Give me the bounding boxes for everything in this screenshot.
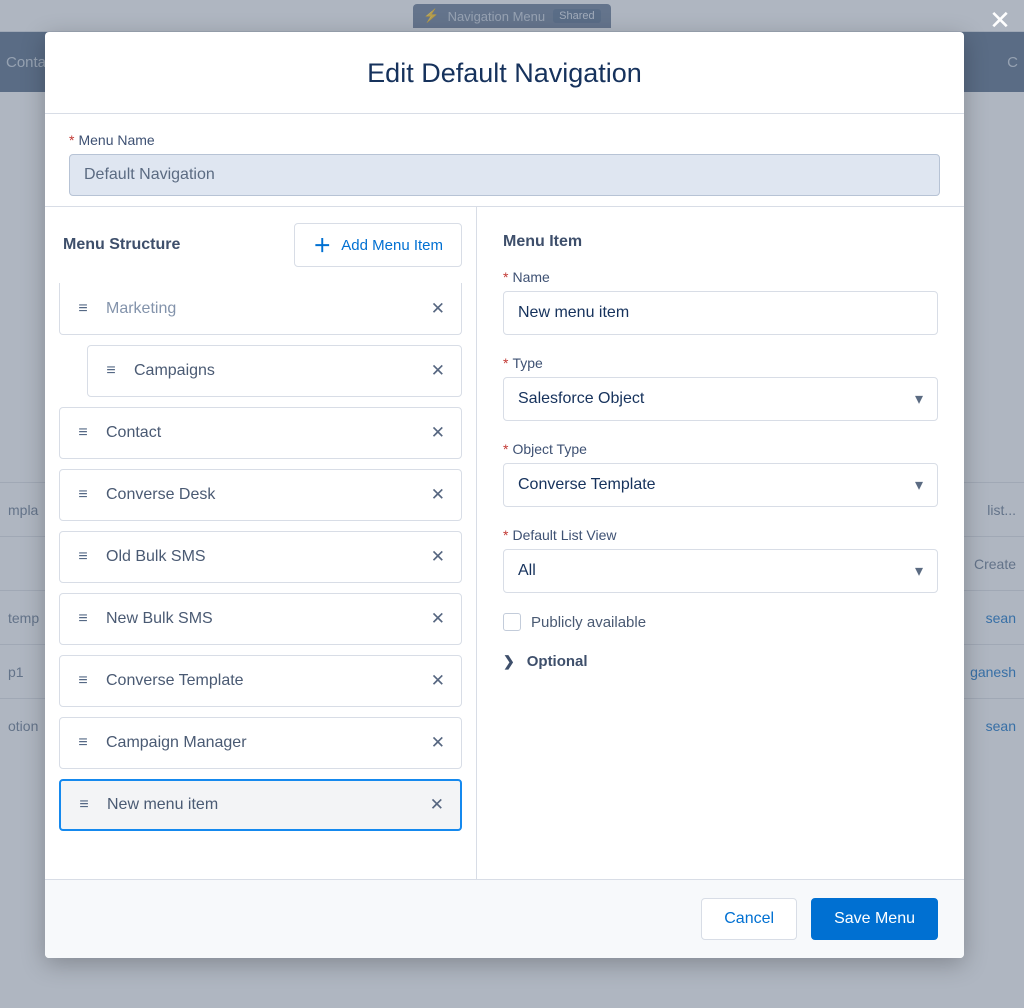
plus-icon: ＋ [313,232,331,258]
remove-item-icon[interactable]: ✕ [427,481,449,509]
modal-footer: Cancel Save Menu [45,879,964,958]
drag-handle-icon[interactable]: ≡ [72,734,92,752]
remove-item-icon[interactable]: ✕ [426,791,448,819]
modal-title: Edit Default Navigation [45,32,964,114]
remove-item-icon[interactable]: ✕ [427,667,449,695]
menu-tree-item[interactable]: ≡ New Bulk SMS✕ [59,593,462,645]
menu-tree-item-label: Contact [106,424,427,442]
menu-tree[interactable]: ≡Marketing✕≡Campaigns✕≡Contact✕≡Converse… [45,283,476,879]
menu-tree-item-label: Old Bulk SMS [106,548,427,566]
drag-handle-icon[interactable]: ≡ [73,796,93,814]
menu-tree-item-label: Campaigns [134,362,427,380]
menu-tree-item[interactable]: ≡ Campaigns✕ [87,345,462,397]
add-menu-item-button[interactable]: ＋ Add Menu Item [294,223,462,267]
menu-tree-item[interactable]: ≡ Converse Template✕ [59,655,462,707]
menu-tree-item[interactable]: ≡ Contact✕ [59,407,462,459]
name-label: Name [503,269,938,285]
menu-name-label: Menu Name [69,132,940,148]
drag-handle-icon[interactable]: ≡ [72,610,92,628]
type-value: Salesforce Object [518,390,644,408]
menu-tree-item[interactable]: ≡ Old Bulk SMS✕ [59,531,462,583]
edit-navigation-modal: ✕ Edit Default Navigation Menu Name Menu… [45,32,964,958]
menu-tree-item-label: New Bulk SMS [106,610,427,628]
drag-handle-icon[interactable]: ≡ [72,548,92,566]
add-menu-item-label: Add Menu Item [341,237,443,254]
type-select[interactable]: Salesforce Object ▾ [503,377,938,421]
chevron-down-icon: ▾ [915,561,923,581]
drag-handle-icon[interactable]: ≡ [72,486,92,504]
drag-handle-icon[interactable]: ≡ [100,362,120,380]
remove-item-icon[interactable]: ✕ [427,357,449,385]
chevron-down-icon: ▾ [915,475,923,495]
listview-value: All [518,562,536,580]
menu-tree-item-label: Converse Template [106,672,427,690]
remove-item-icon[interactable]: ✕ [427,729,449,757]
chevron-right-icon: ❯ [503,653,515,670]
public-checkbox[interactable] [503,613,521,631]
menu-tree-item[interactable]: ≡ New menu item✕ [59,779,462,831]
object-type-select[interactable]: Converse Template ▾ [503,463,938,507]
drag-handle-icon[interactable]: ≡ [72,672,92,690]
object-type-label: Object Type [503,441,938,457]
close-icon[interactable]: ✕ [986,6,1014,34]
menu-tree-item-label: Marketing [106,300,427,318]
remove-item-icon[interactable]: ✕ [427,419,449,447]
optional-toggle[interactable]: ❯ Optional [503,649,938,674]
name-input[interactable] [503,291,938,335]
remove-item-icon[interactable]: ✕ [427,543,449,571]
menu-item-title: Menu Item [503,233,938,251]
menu-tree-item-label: Converse Desk [106,486,427,504]
menu-structure-title: Menu Structure [63,236,180,254]
save-button[interactable]: Save Menu [811,898,938,940]
menu-tree-item[interactable]: ≡ Marketing✕ [59,283,462,335]
menu-tree-item[interactable]: ≡ Converse Desk✕ [59,469,462,521]
menu-tree-item-label: Campaign Manager [106,734,427,752]
remove-item-icon[interactable]: ✕ [427,605,449,633]
drag-handle-icon[interactable]: ≡ [72,424,92,442]
drag-handle-icon[interactable]: ≡ [72,300,92,318]
menu-tree-item-label: New menu item [107,796,426,814]
menu-item-panel: Menu Item Name Type Salesforce Object ▾ … [477,207,964,879]
listview-select[interactable]: All ▾ [503,549,938,593]
remove-item-icon[interactable]: ✕ [427,295,449,323]
type-label: Type [503,355,938,371]
menu-name-input[interactable] [69,154,940,196]
cancel-button[interactable]: Cancel [701,898,797,940]
menu-structure-panel: Menu Structure ＋ Add Menu Item ≡ Marketin… [45,207,477,879]
menu-tree-item[interactable]: ≡ Campaign Manager✕ [59,717,462,769]
listview-label: Default List View [503,527,938,543]
public-label: Publicly available [531,614,646,631]
object-type-value: Converse Template [518,476,656,494]
chevron-down-icon: ▾ [915,389,923,409]
optional-label: Optional [527,653,588,670]
